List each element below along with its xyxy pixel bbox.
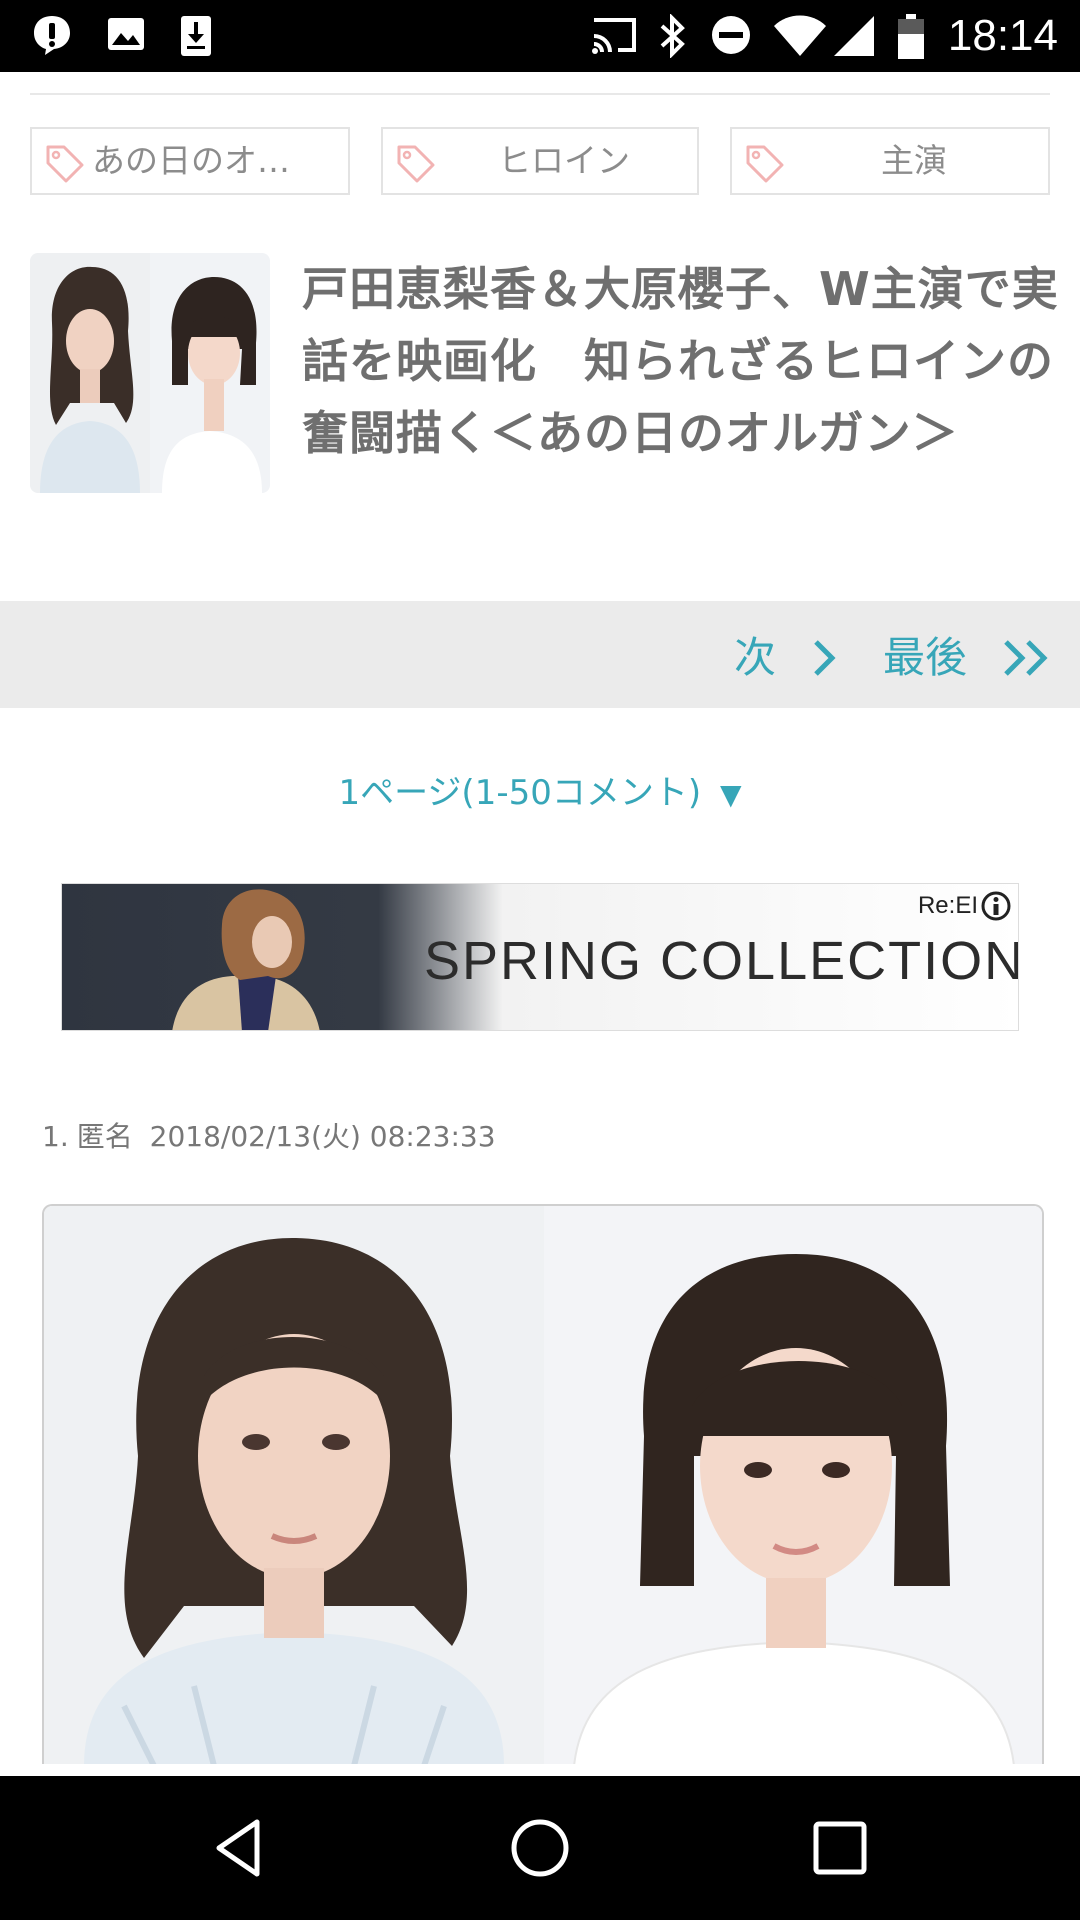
tag-chip-heroine[interactable]: ヒロイン [381, 127, 699, 195]
download-icon [181, 16, 211, 56]
comment-author: 匿名 [76, 1120, 133, 1153]
tag-label: あの日のオ… [92, 141, 290, 180]
article-header[interactable]: 戸田恵梨香＆大原櫻子、W主演で実話を映画化 知られざるヒロインの奮闘描く＜あの日… [30, 253, 1058, 533]
battery-icon [898, 14, 924, 59]
double-chevron-right-icon [1004, 639, 1048, 676]
cast-icon [592, 18, 636, 54]
navigation-bar [0, 1776, 1080, 1920]
alert-icon [34, 16, 70, 55]
next-page-link[interactable]: 次 [734, 601, 837, 708]
tag-icon [397, 145, 435, 183]
signal-icon [834, 16, 874, 56]
caret-down-icon: ▼ [719, 778, 742, 811]
status-clock: 18:14 [947, 11, 1058, 60]
tag-label: 主演 [881, 141, 947, 180]
wifi-icon [774, 15, 826, 56]
last-page-link[interactable]: 最後 [883, 601, 1050, 708]
image-icon [108, 18, 144, 50]
comment-image[interactable] [42, 1204, 1044, 1764]
article-thumbnail[interactable] [30, 253, 270, 493]
home-icon[interactable] [504, 1812, 576, 1884]
ad-banner[interactable]: Re:EI SPRING COLLECTION [61, 883, 1019, 1031]
info-icon[interactable] [980, 890, 1012, 922]
tag-list: あの日のオ… ヒロイン 主演 [30, 127, 1050, 197]
tag-icon [46, 145, 84, 183]
article-title[interactable]: 戸田恵梨香＆大原櫻子、W主演で実話を映画化 知られざるヒロインの奮闘描く＜あの日… [302, 253, 1062, 469]
comment-meta: 1. 匿名 2018/02/13(火) 08:23:33 [42, 1117, 496, 1157]
tag-label: ヒロイン [498, 141, 630, 180]
comment-timestamp: 2018/02/13(火) 08:23:33 [149, 1120, 496, 1153]
page-select-label: 1ページ(1-50コメント) [338, 773, 702, 813]
last-page-label: 最後 [883, 633, 968, 682]
ad-brand: Re:EI [917, 892, 978, 919]
do-not-disturb-icon [712, 16, 750, 54]
tag-icon [746, 145, 784, 183]
divider [30, 93, 1050, 95]
back-icon[interactable] [205, 1812, 277, 1884]
page-select[interactable]: 1ページ(1-50コメント) ▼ [0, 768, 1080, 820]
bluetooth-icon [660, 14, 685, 58]
pager-bar: 次 最後 [0, 601, 1080, 708]
comment-number: 1. [42, 1120, 69, 1153]
next-page-label: 次 [734, 633, 777, 682]
tag-chip-anohi[interactable]: あの日のオ… [30, 127, 350, 195]
chevron-right-icon [814, 639, 836, 676]
recents-icon[interactable] [804, 1812, 876, 1884]
status-bar: 18:14 [0, 0, 1080, 72]
tag-chip-lead-role[interactable]: 主演 [730, 127, 1050, 195]
ad-headline: SPRING COLLECTION [424, 931, 1019, 991]
